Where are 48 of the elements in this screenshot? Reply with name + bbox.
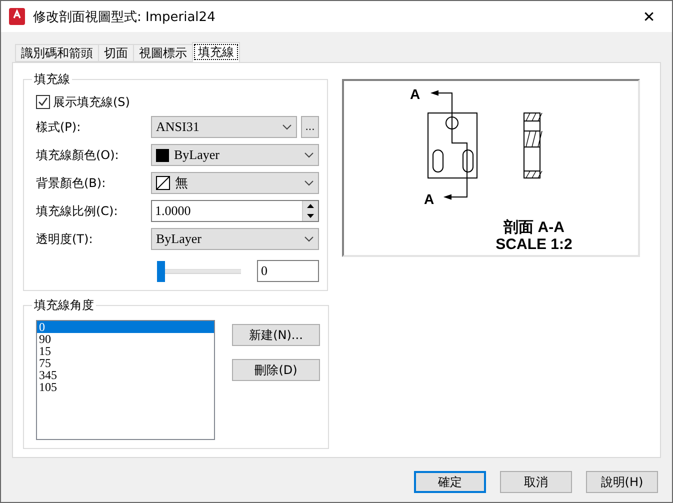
field-label: 樣式(P): (36, 118, 82, 136)
field-label: 填充線比例(C): (36, 202, 119, 220)
window-title: 修改剖面視圖型式: Imperial24 (33, 8, 216, 26)
field-label: 背景顏色(B): (36, 174, 107, 192)
dialog-button[interactable]: 確定 (414, 471, 486, 493)
new-button[interactable]: 新建(N)... (232, 324, 320, 346)
chevron-down-icon (304, 180, 314, 186)
view-caption: 剖面 A-A (504, 219, 564, 236)
list-item[interactable]: 75 (37, 357, 214, 369)
transparency-dropdown[interactable]: ByLayer (151, 228, 319, 250)
dialog-button[interactable]: 取消 (500, 471, 572, 493)
spin-up-icon[interactable] (303, 201, 318, 211)
tab[interactable]: 視圖標示 (133, 44, 193, 62)
tab[interactable]: 識別碼和箭頭 (15, 44, 99, 62)
checkbox[interactable] (36, 95, 50, 109)
checkbox-label: 展示填充線(S) (53, 94, 130, 110)
scale-caption: SCALE 1:2 (496, 236, 572, 253)
list-item[interactable]: 105 (37, 381, 214, 393)
chevron-down-icon (282, 124, 292, 130)
transparency-field[interactable]: 0 (257, 260, 319, 282)
chevron-down-icon (304, 152, 314, 158)
group-title: 填充線角度 (33, 297, 95, 314)
list-item[interactable]: 15 (37, 345, 214, 357)
no-color-icon (156, 176, 170, 190)
app-logo-icon (9, 8, 25, 25)
background-dropdown[interactable]: 無 (151, 172, 319, 194)
list-item[interactable]: 90 (37, 333, 214, 345)
field-label: 透明度(T): (36, 230, 94, 248)
angle-list[interactable]: 0 90 15 75 345 105 (36, 320, 215, 440)
section-mark: A (424, 191, 434, 207)
color-dropdown[interactable]: ByLayer (151, 144, 319, 166)
list-item[interactable]: 0 (37, 321, 214, 333)
group-title: 填充線 (33, 71, 71, 88)
browse-button[interactable]: ... (301, 116, 319, 138)
close-button[interactable]: ✕ (634, 2, 664, 30)
swatch-icon (156, 148, 169, 162)
slider-thumb[interactable] (157, 260, 165, 282)
section-mark: A (410, 86, 420, 102)
scale-field[interactable]: 1.0000 (151, 200, 319, 222)
spin-down-icon[interactable] (303, 211, 318, 221)
dialog-button[interactable]: 說明(H) (586, 471, 658, 493)
field-label: 填充線顏色(O): (36, 146, 120, 164)
list-item[interactable]: 345 (37, 369, 214, 381)
chevron-down-icon (304, 236, 314, 242)
tab[interactable]: 切面 (98, 44, 134, 62)
pattern-dropdown[interactable]: ANSI31 (151, 116, 297, 138)
delete-button[interactable]: 刪除(D) (232, 359, 320, 381)
tab[interactable]: 填充線 (192, 42, 240, 62)
